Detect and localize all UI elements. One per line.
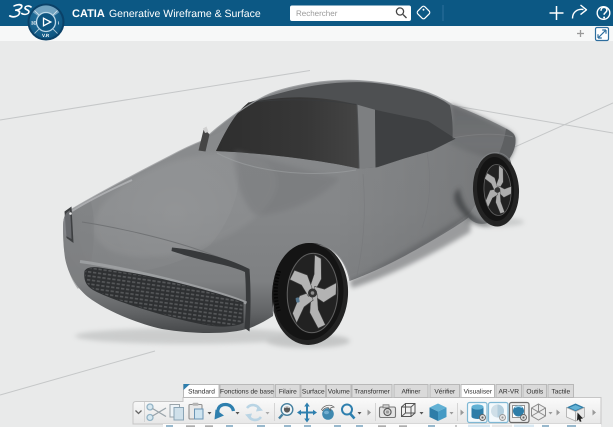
svg-text:Standard: Standard — [188, 389, 215, 396]
svg-text:Surface: Surface — [302, 389, 325, 396]
svg-text:3D: 3D — [31, 21, 38, 26]
svg-text:Visualiser: Visualiser — [464, 389, 493, 396]
svg-text:Affiner: Affiner — [402, 389, 422, 396]
svg-text:Transformer: Transformer — [354, 389, 390, 396]
svg-text:Outils: Outils — [526, 389, 544, 396]
svg-text:AR-VR: AR-VR — [499, 389, 520, 396]
svg-text:Tactile: Tactile — [551, 389, 570, 396]
svg-text:Fonctions de base: Fonctions de base — [220, 389, 274, 396]
svg-text:i: i — [58, 21, 59, 26]
svg-text:Rechercher: Rechercher — [296, 9, 338, 18]
svg-text:Generative Wireframe & Surface: Generative Wireframe & Surface — [109, 8, 261, 20]
svg-text:Volume: Volume — [328, 389, 350, 396]
svg-text:Filaire: Filaire — [279, 389, 297, 396]
svg-text:Vérifier: Vérifier — [434, 389, 456, 396]
svg-text:CATIA: CATIA — [72, 8, 105, 20]
svg-text:V.R: V.R — [42, 33, 50, 38]
